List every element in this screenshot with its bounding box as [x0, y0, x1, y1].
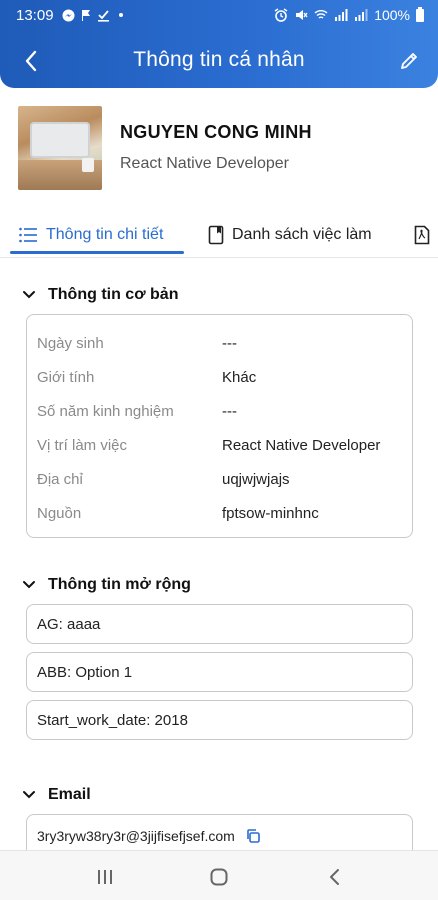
download-done-icon	[97, 9, 109, 22]
info-value: React Native Developer	[222, 436, 381, 454]
system-back-button[interactable]	[320, 863, 348, 891]
dot-icon	[118, 13, 123, 17]
email-value: 3ry3ryw38ry3r@3jijfisefjsef.com	[37, 828, 235, 844]
extended-field-ag: AG: aaaa	[26, 604, 413, 644]
info-label: Nguồn	[37, 504, 82, 522]
basic-info-card: Ngày sinh --- Giới tính Khác Số năm kinh…	[26, 314, 413, 538]
alarm-icon	[274, 8, 288, 22]
active-tab-indicator	[10, 251, 184, 254]
tab-detail-info[interactable]: Thông tin chi tiết	[18, 214, 163, 256]
info-label: Số năm kinh nghiệm	[37, 402, 174, 420]
profile-name: NGUYEN CONG MINH	[120, 122, 312, 142]
home-icon	[210, 868, 228, 886]
avatar	[18, 106, 102, 190]
basic-info-header[interactable]: Thông tin cơ bản	[22, 286, 178, 304]
battery-icon	[416, 6, 424, 22]
info-row-birthdate: Ngày sinh ---	[27, 326, 414, 360]
mute-icon	[296, 10, 308, 20]
page-title: Thông tin cá nhân	[133, 48, 305, 71]
info-label: Giới tính	[37, 368, 95, 386]
chevron-left-icon	[25, 50, 37, 72]
copy-icon	[247, 829, 260, 843]
info-row-gender: Giới tính Khác	[27, 360, 414, 394]
tab-job-list[interactable]: Danh sách việc làm	[208, 214, 372, 256]
tab-job-list-label: Danh sách việc làm	[232, 226, 372, 243]
extended-info-title: Thông tin mở rộng	[48, 576, 191, 593]
basic-info-title: Thông tin cơ bản	[48, 286, 179, 303]
bookmark-icon	[208, 225, 224, 245]
email-title: Email	[48, 786, 91, 803]
info-value: uqjwjwjajs	[222, 470, 290, 488]
battery-percent: 100%	[374, 7, 410, 23]
extended-field-start-date: Start_work_date: 2018	[26, 700, 413, 740]
back-button[interactable]	[16, 46, 46, 76]
info-label: Địa chỉ	[37, 470, 83, 488]
notification-icons	[62, 9, 123, 22]
info-row-position: Vị trí làm việc React Native Developer	[27, 428, 414, 462]
chevron-down-icon	[23, 291, 35, 299]
tab-detail-label: Thông tin chi tiết	[46, 226, 164, 243]
flag-icon	[81, 9, 90, 21]
system-icons: 100%	[274, 6, 424, 23]
info-row-source: Nguồn fptsow-minhnc	[27, 496, 414, 530]
tab-pdf[interactable]	[414, 214, 430, 256]
info-value: Khác	[222, 368, 257, 386]
chevron-down-icon	[23, 791, 35, 799]
status-time: 13:09	[16, 6, 54, 24]
extended-info-header[interactable]: Thông tin mở rộng	[22, 576, 191, 594]
recents-button[interactable]	[91, 863, 119, 891]
pdf-icon	[414, 225, 430, 245]
extended-field-abb: ABB: Option 1	[26, 652, 413, 692]
system-nav-bar	[0, 850, 438, 900]
edit-button[interactable]	[394, 46, 424, 76]
home-button[interactable]	[205, 863, 233, 891]
list-icon	[19, 227, 37, 243]
avatar-laptop	[32, 124, 88, 156]
wifi-icon	[314, 10, 328, 19]
chevron-down-icon	[23, 581, 35, 589]
messenger-icon	[62, 9, 75, 21]
avatar-cup	[82, 158, 94, 172]
recents-icon	[98, 870, 112, 884]
signal-2-icon	[355, 9, 368, 21]
back-icon	[330, 869, 339, 885]
email-header[interactable]: Email	[22, 786, 91, 804]
info-row-address: Địa chỉ uqjwjwjajs	[27, 462, 414, 496]
app-header: 13:09 100% Thông tin cá nhân	[0, 0, 438, 88]
info-row-experience: Số năm kinh nghiệm ---	[27, 394, 414, 428]
profile-role: React Native Developer	[120, 155, 289, 172]
top-app-bar: Thông tin cá nhân	[0, 36, 438, 84]
info-value: fptsow-minhnc	[222, 504, 319, 522]
info-value: ---	[222, 334, 237, 352]
copy-email-button[interactable]	[245, 828, 261, 844]
info-label: Vị trí làm việc	[37, 436, 128, 454]
status-bar: 13:09 100%	[0, 0, 438, 30]
info-label: Ngày sinh	[37, 334, 104, 352]
pencil-icon	[401, 53, 417, 69]
info-value: ---	[222, 402, 237, 420]
signal-icon	[335, 9, 348, 21]
